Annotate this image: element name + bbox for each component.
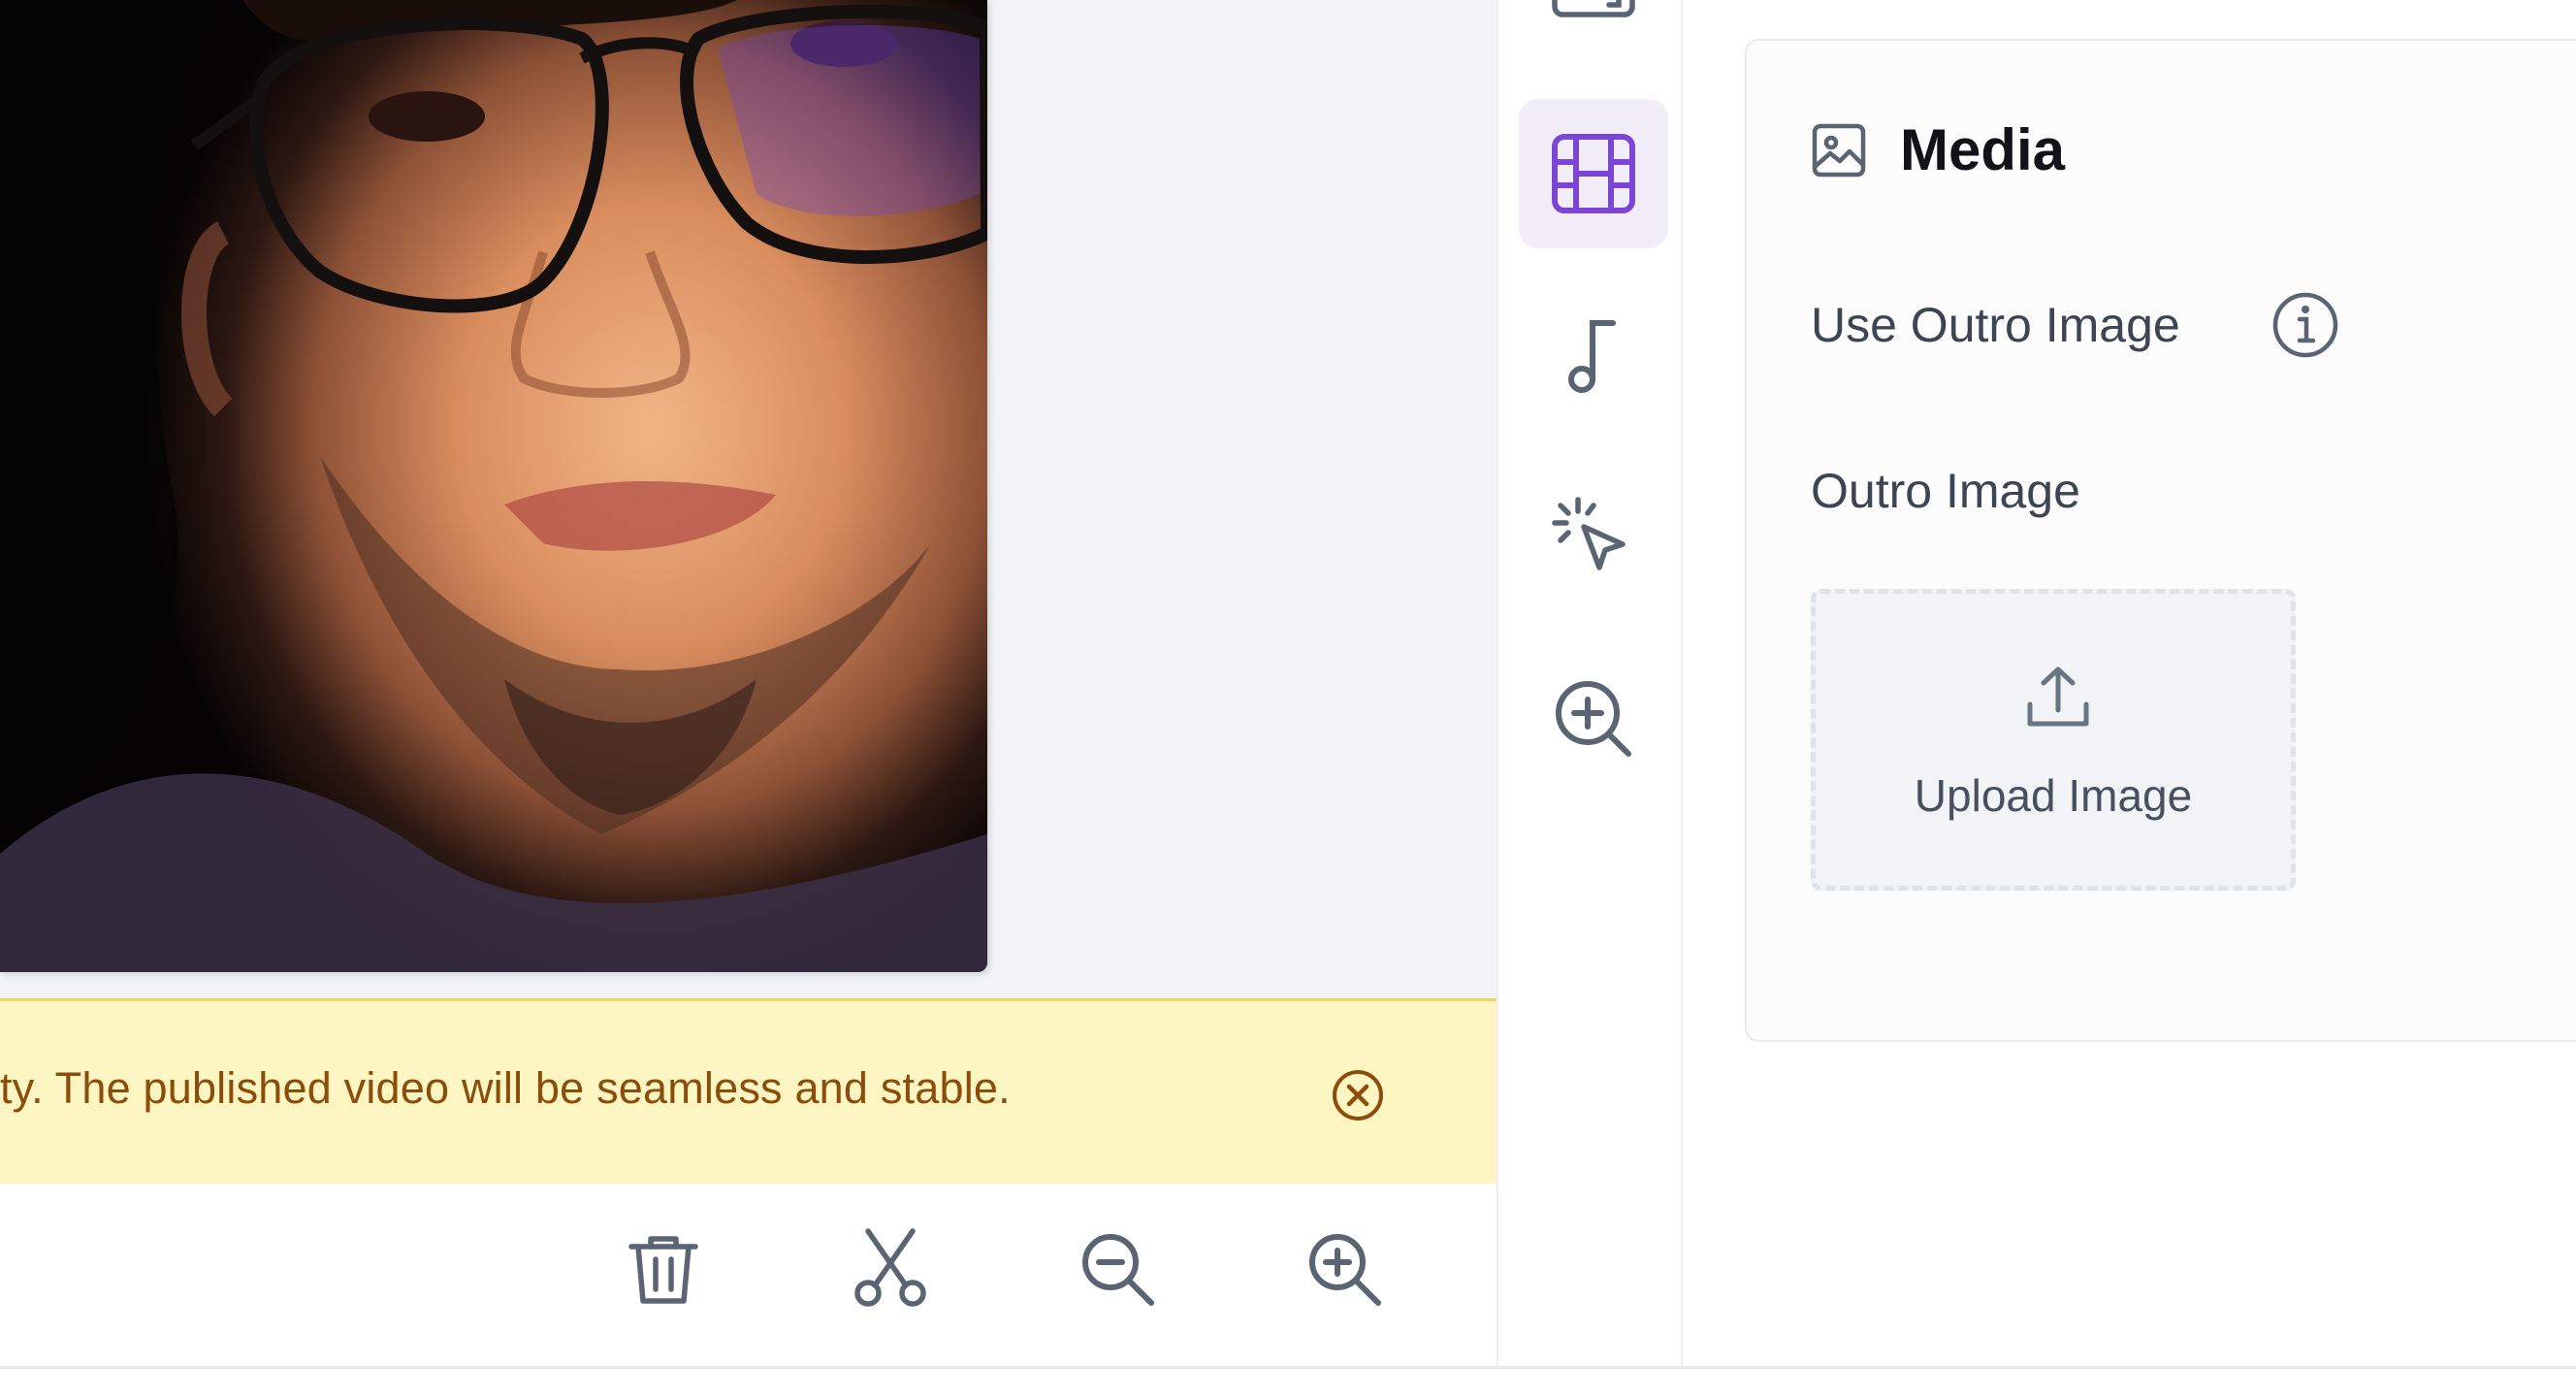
side-icon-rail	[1497, 0, 1683, 1366]
notice-message: ty. The published video will be seamless…	[0, 1063, 1011, 1113]
timeline-toolbar	[0, 1184, 1497, 1366]
scissors-icon	[854, 1228, 926, 1307]
zoom-in-button[interactable]	[1302, 1224, 1387, 1314]
split-button[interactable]	[848, 1224, 933, 1314]
media-panel: Media Use Outro Image Outro Image Upload…	[1745, 39, 2576, 1042]
notice-banner: ty. The published video will be seamless…	[0, 998, 1497, 1184]
cursor-click-icon	[1552, 497, 1626, 570]
zoom-out-button[interactable]	[1075, 1224, 1160, 1314]
video-preview-stage	[0, 0, 1497, 998]
rail-item-zoom[interactable]	[1519, 644, 1668, 794]
bottom-strip	[0, 1369, 2576, 1397]
outro-image-label: Outro Image	[1811, 464, 2080, 518]
panel-title: Media	[1900, 117, 2066, 182]
image-icon	[1811, 122, 1867, 179]
trash-icon	[628, 1236, 698, 1304]
video-frame-portrait	[0, 0, 987, 972]
zoom-in-icon	[1556, 681, 1631, 757]
close-circle-icon[interactable]	[1331, 1068, 1385, 1122]
rail-item-template[interactable]	[1519, 0, 1668, 62]
rail-item-media[interactable]	[1519, 99, 1668, 248]
delete-button[interactable]	[621, 1224, 706, 1314]
music-note-icon	[1568, 320, 1616, 393]
info-icon[interactable]	[2270, 290, 2340, 360]
zoom-in-icon	[1309, 1234, 1381, 1306]
rail-item-music[interactable]	[1519, 281, 1668, 431]
upload-icon	[2022, 662, 2094, 733]
template-icon	[1552, 0, 1635, 17]
upload-image-label: Upload Image	[1914, 770, 2193, 821]
zoom-out-icon	[1082, 1234, 1154, 1306]
film-icon	[1552, 134, 1635, 213]
upload-image-dropzone[interactable]: Upload Image	[1811, 589, 2296, 891]
use-outro-image-label: Use Outro Image	[1811, 298, 2180, 352]
portrait-illustration	[0, 0, 987, 972]
rail-item-effects[interactable]	[1519, 464, 1668, 613]
